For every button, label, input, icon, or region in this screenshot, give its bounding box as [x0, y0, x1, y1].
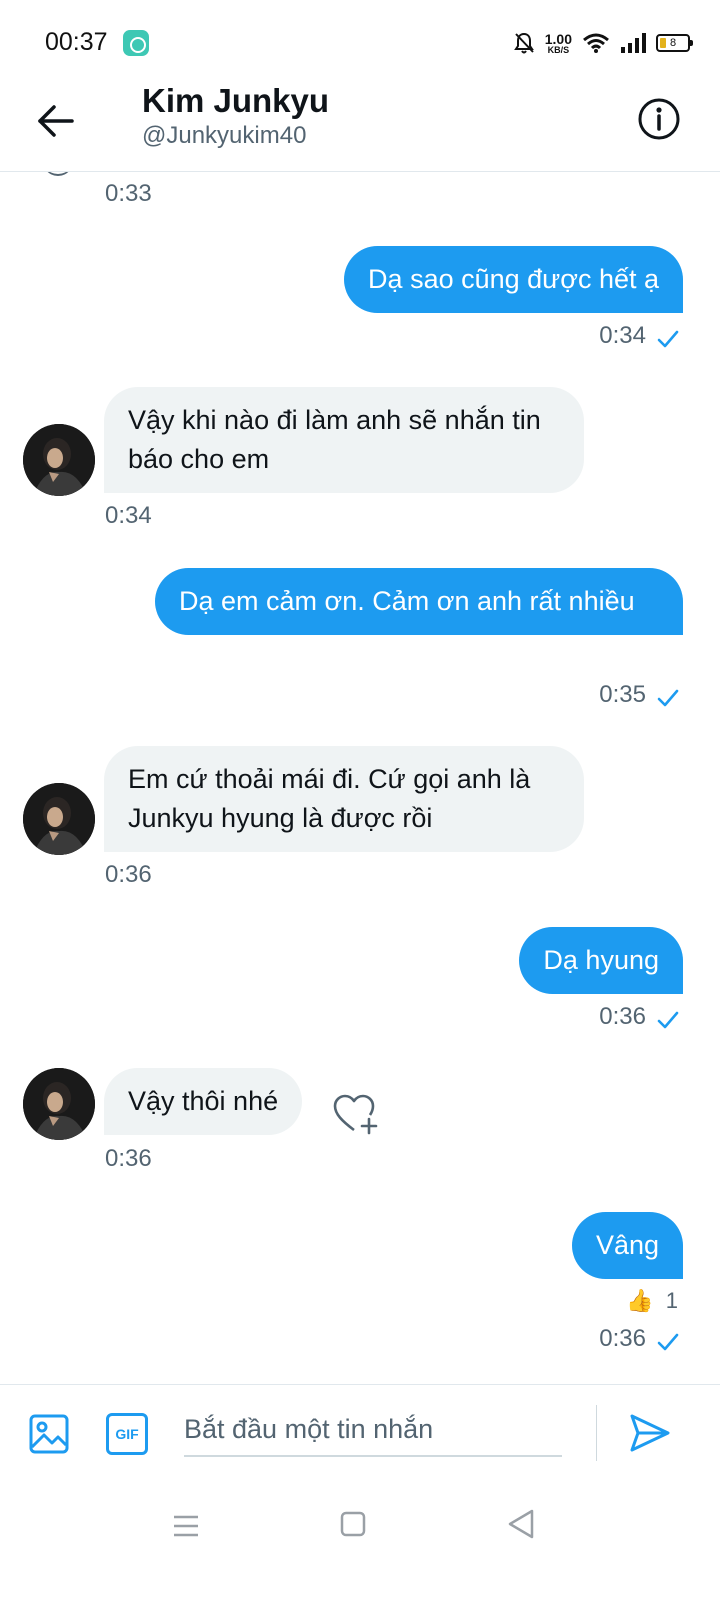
seen-check-icon: [657, 330, 679, 348]
message-time: 0:36: [105, 861, 152, 888]
net-speed: 1.00 KB/S: [545, 32, 572, 55]
outgoing-message-bubble[interactable]: Dạ em cảm ơn. Cảm ơn anh rất nhiều: [155, 568, 683, 635]
avatar-partial: [40, 172, 76, 176]
message-time: 0:35: [599, 681, 646, 708]
arrow-left-icon[interactable]: [32, 98, 78, 144]
conversation-header: Kim Junkyu @Junkyukim40: [0, 80, 720, 172]
message-time: 0:36: [599, 1325, 646, 1352]
composer-divider: [596, 1405, 597, 1461]
home-icon[interactable]: [340, 1511, 366, 1537]
status-bar: 00:37 1.00 KB/S 8: [0, 0, 720, 80]
message-time: 0:34: [599, 322, 646, 349]
back-triangle-icon[interactable]: [506, 1508, 536, 1540]
system-nav-bar: [0, 1484, 720, 1600]
message-list[interactable]: 0:33 Dạ sao cũng được hết ạ 0:34 Vậy khi…: [0, 172, 720, 1384]
avatar-photo: [23, 424, 95, 496]
gif-label: GIF: [115, 1426, 139, 1442]
status-time: 00:37: [45, 28, 108, 56]
reaction-count: 1: [665, 1288, 678, 1313]
send-icon[interactable]: [628, 1411, 672, 1455]
outgoing-message-bubble[interactable]: Dạ sao cũng được hết ạ: [344, 246, 683, 313]
image-icon[interactable]: [28, 1413, 70, 1455]
battery-level: 8: [669, 37, 677, 49]
avatar[interactable]: [23, 424, 95, 496]
avatar[interactable]: [23, 783, 95, 855]
recent-apps-icon[interactable]: [172, 1512, 200, 1540]
app-notification-icon: [123, 30, 149, 56]
avatar-photo: [23, 1068, 95, 1140]
message-time: 0:33: [105, 180, 152, 207]
message-composer: GIF: [0, 1384, 720, 1484]
message-time: 0:34: [105, 502, 152, 529]
gif-icon[interactable]: GIF: [106, 1413, 148, 1455]
avatar-photo: [23, 783, 95, 855]
net-speed-value: 1.00: [544, 30, 572, 47]
wifi-icon: [583, 33, 609, 53]
net-speed-unit: KB/S: [547, 44, 570, 55]
seen-check-icon: [657, 1333, 679, 1351]
cellular-signal-icon: [621, 33, 646, 53]
message-time: 0:36: [599, 1003, 646, 1030]
info-circle-icon[interactable]: [636, 96, 682, 142]
outgoing-message-bubble[interactable]: Vâng: [571, 1212, 683, 1279]
status-icons: 1.00 KB/S 8: [513, 26, 693, 60]
avatar[interactable]: [23, 1068, 95, 1140]
mute-bell-icon: [513, 32, 534, 54]
incoming-message-bubble[interactable]: Vậy thôi nhé: [104, 1068, 303, 1135]
seen-check-icon: [657, 1011, 679, 1029]
message-time: 0:36: [105, 1145, 152, 1172]
message-reaction[interactable]: 👍 1: [626, 1288, 678, 1314]
contact-name[interactable]: Kim Junkyu: [142, 82, 329, 120]
outgoing-message-bubble[interactable]: Dạ hyung: [519, 927, 683, 994]
message-input[interactable]: [184, 1403, 562, 1457]
incoming-message-bubble[interactable]: Vậy khi nào đi làm anh sẽ nhắn tin báo c…: [104, 387, 584, 493]
thumbs-up-emoji: 👍: [626, 1288, 654, 1313]
contact-handle[interactable]: @Junkyukim40: [142, 122, 306, 150]
heart-plus-icon[interactable]: [332, 1092, 380, 1136]
battery-icon: 8: [656, 34, 693, 52]
incoming-message-bubble[interactable]: Em cứ thoải mái đi. Cứ gọi anh là Junkyu…: [104, 746, 584, 852]
seen-check-icon: [657, 689, 679, 707]
